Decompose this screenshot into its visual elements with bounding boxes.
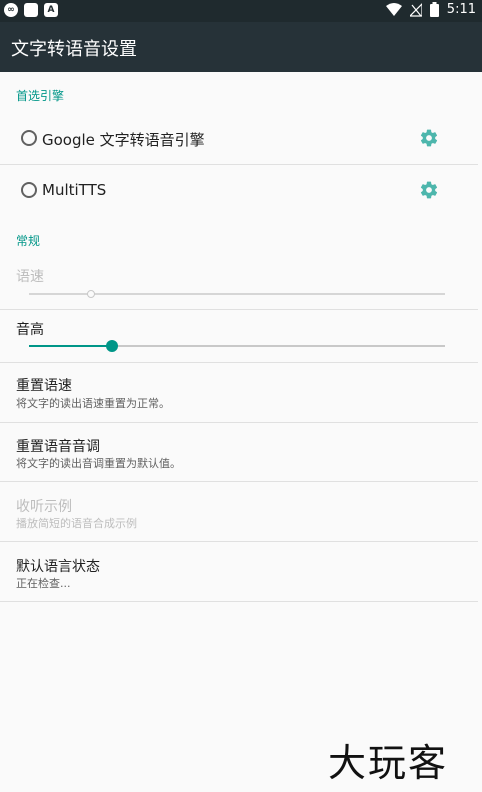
default-language-summary: 正在检查... <box>16 577 71 590</box>
default-language-title: 默认语言状态 <box>16 559 100 575</box>
pitch-slider[interactable] <box>29 340 445 352</box>
engine-row-multitts[interactable]: MultiTTS <box>0 165 478 217</box>
clock: 5:11 <box>446 2 476 17</box>
wifi-icon <box>385 2 402 16</box>
speech-rate-slider-thumb <box>87 290 96 298</box>
infinity-icon: ∞ <box>4 3 18 17</box>
speech-rate-label: 语速 <box>16 269 44 285</box>
divider <box>0 362 478 363</box>
listen-example-title: 收听示例 <box>16 499 72 515</box>
divider <box>0 481 478 482</box>
reset-speech-rate-title: 重置语速 <box>16 378 72 394</box>
engine-label-google: Google 文字转语音引擎 <box>42 131 205 149</box>
reset-speech-rate-summary: 将文字的读出语速重置为正常。 <box>16 397 170 410</box>
radio-button-google[interactable] <box>21 130 37 146</box>
pitch-label: 音高 <box>16 322 44 338</box>
divider <box>0 541 478 542</box>
listen-example-summary: 播放简短的语音合成示例 <box>16 517 137 530</box>
reset-pitch-summary: 将文字的读出音调重置为默认值。 <box>16 457 181 470</box>
watermark-logo: 大玩客 <box>328 741 449 785</box>
a-icon: A <box>44 3 58 17</box>
gear-icon[interactable] <box>419 180 439 200</box>
divider <box>0 309 478 310</box>
reset-pitch-title: 重置语音音调 <box>16 439 100 455</box>
engine-row-google[interactable]: Google 文字转语音引擎 <box>0 112 478 164</box>
blank-app-icon <box>24 3 38 17</box>
settings-list: 首选引擎 Google 文字转语音引擎 MultiTTS 常规 语速 音高 重置… <box>0 72 482 792</box>
pitch-slider-fill <box>29 345 113 347</box>
pitch-slider-thumb[interactable] <box>106 340 119 352</box>
category-general: 常规 <box>16 234 41 248</box>
signal-off-icon <box>409 2 422 17</box>
speech-rate-slider <box>29 290 445 298</box>
category-preferred-engine: 首选引擎 <box>16 89 65 103</box>
engine-label-multitts: MultiTTS <box>42 181 107 199</box>
divider <box>0 601 478 602</box>
battery-icon <box>429 2 439 17</box>
divider <box>0 422 478 423</box>
radio-button-multitts[interactable] <box>21 182 37 198</box>
status-bar: ∞ A 5:11 <box>0 0 482 22</box>
gear-icon[interactable] <box>419 128 439 148</box>
page-title: 文字转语音设置 <box>11 39 137 60</box>
app-bar: 文字转语音设置 <box>0 22 482 72</box>
